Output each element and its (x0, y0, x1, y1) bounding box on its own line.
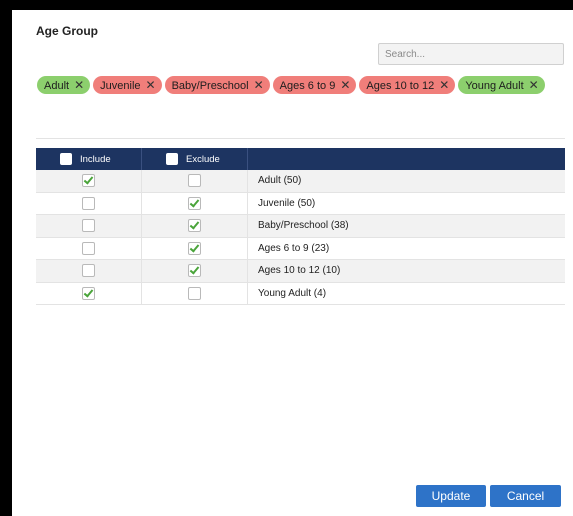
chip-label: Young Adult (465, 80, 524, 92)
include-header-label: Include (80, 153, 111, 165)
dialog-title: Age Group (36, 24, 98, 38)
table-row: Juvenile (50) (36, 192, 565, 215)
include-checkbox[interactable] (82, 286, 95, 300)
filter-chip: Adult ✕ (37, 76, 91, 94)
exclude-cell (141, 282, 248, 305)
remove-chip-icon[interactable]: ✕ (146, 76, 156, 94)
age-group-dialog: Age Group Adult ✕ Juvenile ✕ Baby/Preschool ✕… (12, 10, 573, 516)
exclude-cell (141, 237, 248, 260)
table-header-row: Include Exclude (36, 148, 565, 170)
include-checkbox[interactable] (82, 264, 95, 278)
age-group-label: Ages 6 to 9 (23) (247, 237, 565, 260)
include-cell (36, 237, 142, 260)
include-cell (36, 214, 142, 238)
include-cell (36, 282, 142, 305)
age-group-label: Adult (50) (247, 170, 565, 193)
include-checkbox[interactable] (82, 196, 95, 210)
include-column-header: Include (36, 148, 142, 170)
exclude-checkbox[interactable] (188, 264, 201, 278)
age-group-label: Baby/Preschool (38) (247, 214, 565, 238)
cancel-button[interactable]: Cancel (490, 485, 561, 507)
label-column-header (247, 148, 565, 170)
exclude-column-header: Exclude (141, 148, 248, 170)
table-row: Young Adult (4) (36, 282, 565, 305)
exclude-all-checkbox[interactable] (166, 153, 178, 165)
include-cell (36, 259, 142, 283)
include-checkbox[interactable] (82, 241, 95, 255)
chip-label: Baby/Preschool (171, 80, 249, 92)
filter-chip: Ages 6 to 9 ✕ (272, 76, 357, 94)
exclude-header-label: Exclude (186, 153, 220, 165)
exclude-checkbox[interactable] (188, 219, 201, 233)
exclude-cell (141, 259, 248, 283)
remove-chip-icon[interactable]: ✕ (340, 76, 350, 94)
exclude-checkbox[interactable] (188, 196, 201, 210)
filter-chip: Juvenile ✕ (93, 76, 162, 94)
table-row: Ages 6 to 9 (23) (36, 237, 565, 260)
exclude-checkbox[interactable] (188, 174, 201, 188)
filter-chip: Baby/Preschool ✕ (164, 76, 270, 94)
divider (36, 138, 565, 139)
age-group-label: Ages 10 to 12 (10) (247, 259, 565, 283)
remove-chip-icon[interactable]: ✕ (74, 76, 84, 94)
filter-chip: Young Adult ✕ (458, 76, 545, 94)
update-button[interactable]: Update (416, 485, 486, 507)
remove-chip-icon[interactable]: ✕ (254, 76, 264, 94)
exclude-cell (141, 214, 248, 238)
chip-label: Ages 10 to 12 (366, 80, 435, 92)
filter-chip: Ages 10 to 12 ✕ (359, 76, 456, 94)
age-group-label: Young Adult (4) (247, 282, 565, 305)
include-cell (36, 192, 142, 215)
chip-label: Ages 6 to 9 (279, 80, 336, 92)
remove-chip-icon[interactable]: ✕ (439, 76, 449, 94)
table-row: Adult (50) (36, 170, 565, 193)
selected-chips: Adult ✕ Juvenile ✕ Baby/Preschool ✕ Ages 6 to … (37, 76, 557, 98)
remove-chip-icon[interactable]: ✕ (529, 76, 539, 94)
age-group-label: Juvenile (50) (247, 192, 565, 215)
exclude-checkbox[interactable] (188, 241, 201, 255)
exclude-cell (141, 192, 248, 215)
table-row: Ages 10 to 12 (10) (36, 259, 565, 283)
exclude-cell (141, 170, 248, 193)
chip-label: Juvenile (100, 80, 141, 92)
exclude-checkbox[interactable] (188, 286, 201, 300)
age-group-table: Include Exclude Adult (50) Juvenile (50) B… (36, 148, 565, 305)
include-all-checkbox[interactable] (60, 153, 72, 165)
include-checkbox[interactable] (82, 219, 95, 233)
include-checkbox[interactable] (82, 174, 95, 188)
search-input[interactable] (378, 43, 564, 65)
table-row: Baby/Preschool (38) (36, 214, 565, 238)
chip-label: Adult (44, 80, 70, 92)
include-cell (36, 170, 142, 193)
